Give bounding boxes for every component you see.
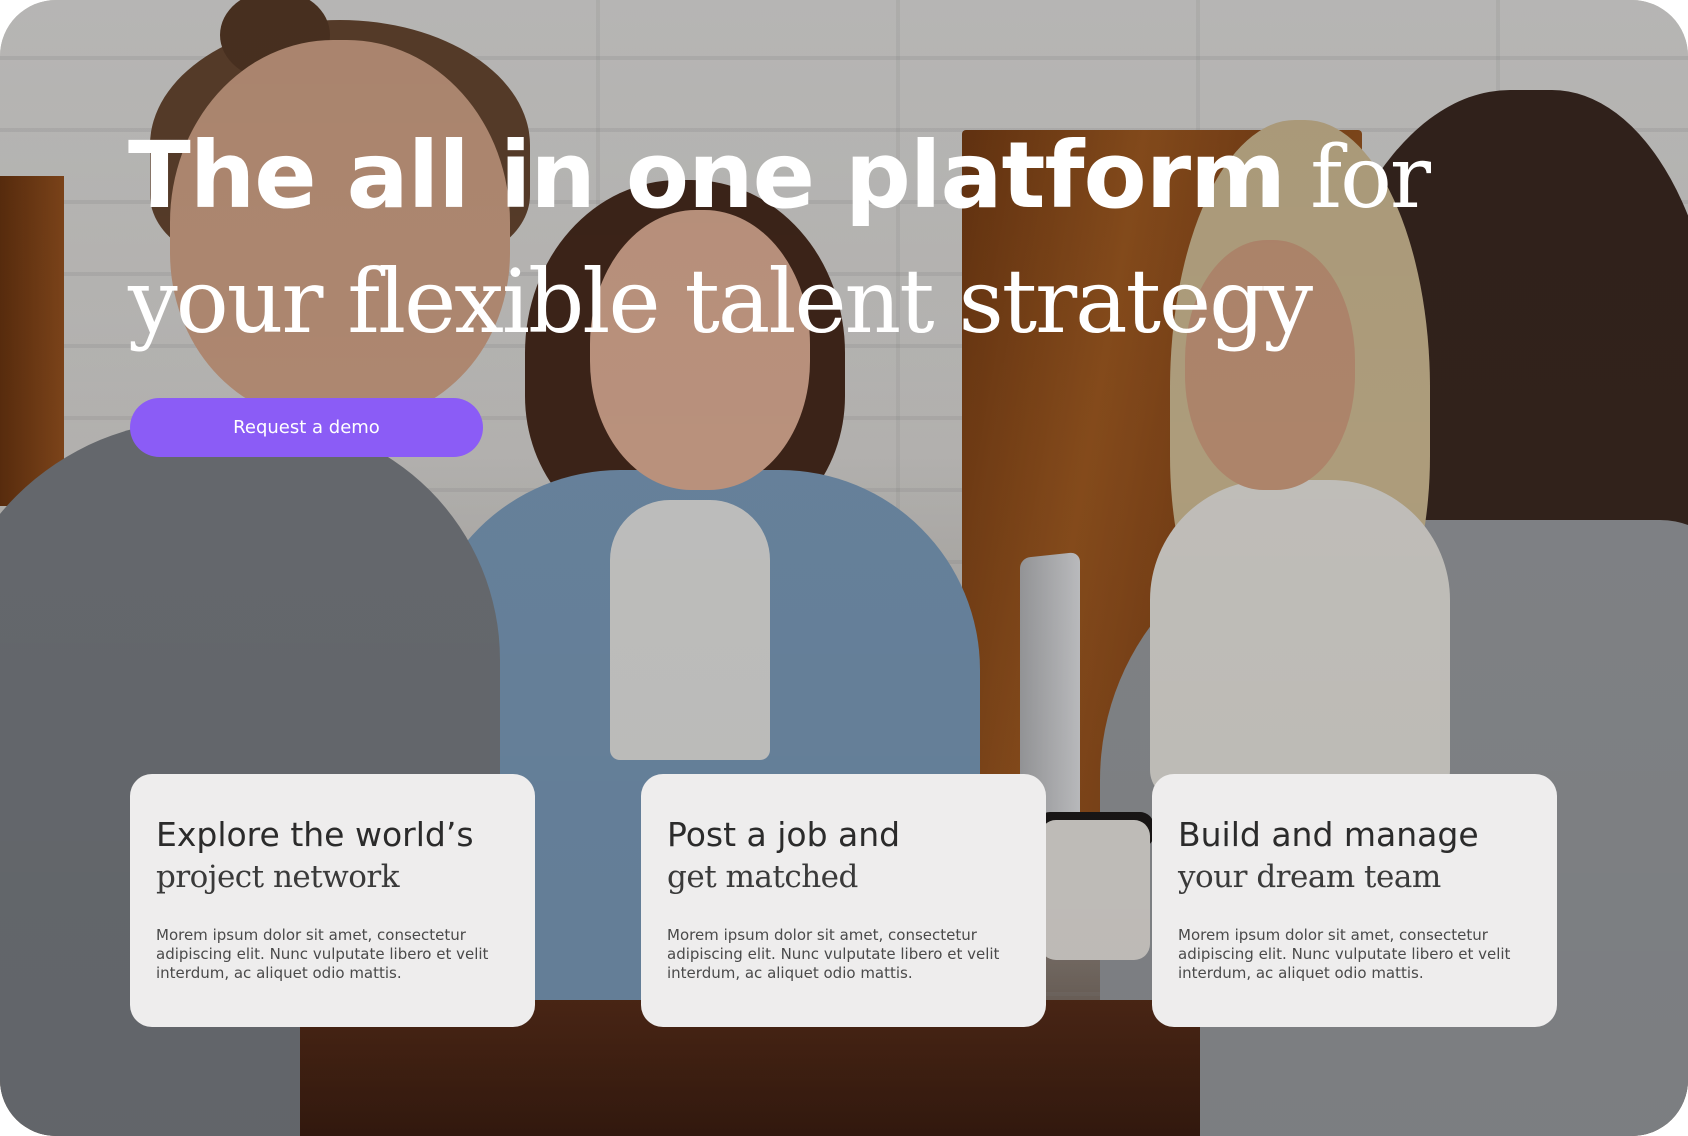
headline-serif-end: for xyxy=(1284,128,1431,228)
card-title: Post a job and xyxy=(667,815,901,854)
request-demo-button[interactable]: Request a demo xyxy=(130,398,483,457)
card-title: Explore the world’s xyxy=(156,815,474,854)
card-description: Morem ipsum dolor sit amet, consectetur … xyxy=(1178,926,1511,982)
card-description: Morem ipsum dolor sit amet, consectetur … xyxy=(667,926,1000,982)
headline-line-1: The all in one platform for xyxy=(128,122,1528,242)
hero-headline: The all in one platform for your flexibl… xyxy=(128,122,1528,353)
card-description: Morem ipsum dolor sit amet, consectetur … xyxy=(156,926,489,982)
hero-section: The all in one platform for your flexibl… xyxy=(0,0,1688,1136)
card-subtitle: get matched xyxy=(667,859,858,895)
card-title: Build and manage xyxy=(1178,815,1479,854)
card-subtitle: project network xyxy=(156,859,400,895)
headline-bold: The all in one platform xyxy=(128,122,1286,229)
feature-card-explore[interactable]: Explore the world’s project network More… xyxy=(130,774,535,1027)
card-subtitle: your dream team xyxy=(1178,859,1441,895)
feature-card-post-job[interactable]: Post a job and get matched Morem ipsum d… xyxy=(641,774,1046,1027)
headline-line-2: your flexible talent strategy xyxy=(128,250,1313,353)
feature-card-build-team[interactable]: Build and manage your dream team Morem i… xyxy=(1152,774,1557,1027)
